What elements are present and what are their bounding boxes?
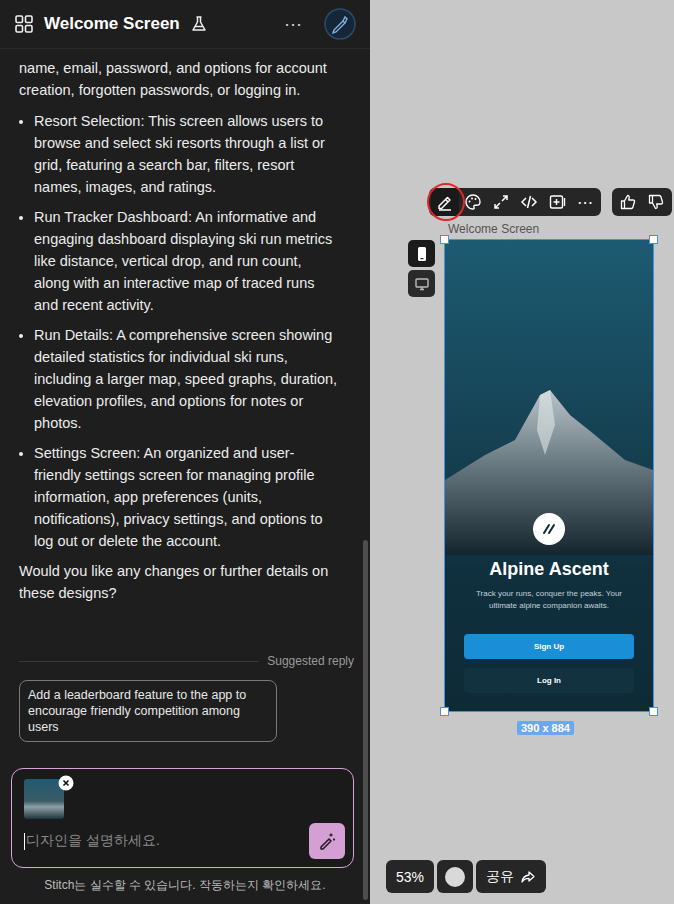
- toolbar-button[interactable]: [543, 188, 571, 216]
- screen-list-item: Settings Screen: An organized and user-f…: [34, 442, 340, 552]
- share-icon: [520, 869, 536, 885]
- suggested-label: Suggested reply: [267, 654, 354, 668]
- auth-button[interactable]: Log In: [464, 668, 634, 693]
- resize-handle[interactable]: [649, 235, 658, 244]
- resize-handle[interactable]: [649, 707, 658, 716]
- canvas-controls: 53% 공유: [386, 860, 546, 893]
- design-canvas: ⋯ Welcome Screen Alpine Ascent Track you…: [370, 0, 674, 904]
- thumbs-down-button[interactable]: [642, 188, 670, 216]
- app-name: Alpine Ascent: [489, 559, 608, 580]
- thumbs-up-icon: [619, 193, 637, 211]
- screen-frame[interactable]: Alpine Ascent Track your runs, conquer t…: [445, 240, 653, 711]
- resize-handle[interactable]: [440, 235, 449, 244]
- resize-handle[interactable]: [440, 707, 449, 716]
- chat-messages: name, email, password, and options for a…: [0, 49, 370, 642]
- code-icon: [520, 193, 538, 211]
- frame-label[interactable]: Welcome Screen: [448, 222, 539, 236]
- phone-icon: [415, 246, 429, 262]
- pencil-icon: [436, 193, 454, 211]
- app-logo: [533, 513, 565, 545]
- prompt-input[interactable]: 디자인을 설명하세요.: [24, 832, 301, 850]
- close-icon[interactable]: [58, 775, 74, 791]
- attachment-image: [24, 779, 64, 819]
- auth-buttons: Sign Up Log In: [464, 634, 634, 693]
- device-toggle: [408, 240, 435, 297]
- more-button[interactable]: ⋯: [284, 13, 302, 35]
- frame-size-badge: 390 x 884: [517, 721, 574, 735]
- avatar-icon[interactable]: [324, 8, 356, 40]
- composer: 디자인을 설명하세요.: [11, 768, 354, 868]
- zoom-button[interactable]: 53%: [386, 860, 434, 893]
- screen-list-item: Run Details: A comprehensive screen show…: [34, 324, 340, 434]
- highlight-ring: [427, 183, 465, 221]
- theme-button[interactable]: [437, 860, 473, 893]
- desktop-icon: [414, 276, 430, 292]
- magic-pen-icon: [317, 831, 337, 851]
- composer-row: 디자인을 설명하세요.: [24, 823, 345, 859]
- flask-icon[interactable]: [190, 15, 208, 33]
- toolbar-button[interactable]: [431, 188, 459, 216]
- screen-list-item: Resort Selection: This screen allows use…: [34, 110, 340, 198]
- device-button[interactable]: [408, 270, 435, 297]
- message-text: Would you like any changes or further de…: [19, 560, 340, 604]
- screen-list: Resort Selection: This screen allows use…: [19, 110, 340, 552]
- suggested-divider: Suggested reply: [19, 654, 354, 668]
- share-button[interactable]: 공유: [476, 860, 546, 893]
- toolbar-button[interactable]: [515, 188, 543, 216]
- frame-toolbar: ⋯: [429, 188, 601, 216]
- attachment-thumbnail[interactable]: [24, 779, 64, 819]
- palette-icon: [464, 193, 482, 211]
- message-text: name, email, password, and options for a…: [19, 57, 340, 101]
- auth-button[interactable]: Sign Up: [464, 634, 634, 659]
- suggested-replies: Suggested reply Add a leaderboard featur…: [0, 642, 370, 742]
- circle-icon: [444, 866, 466, 888]
- suggestion-chip[interactable]: Add a leaderboard feature to the app to …: [19, 680, 277, 742]
- toolbar-button[interactable]: [487, 188, 515, 216]
- grid-icon[interactable]: [14, 14, 34, 34]
- header: Welcome Screen ⋯: [0, 0, 370, 49]
- scrollbar-thumb[interactable]: [363, 540, 368, 900]
- thumbs-down-icon: [647, 193, 665, 211]
- expand-icon: [492, 193, 510, 211]
- toolbar-more-button[interactable]: ⋯: [571, 188, 599, 216]
- project-title[interactable]: Welcome Screen: [44, 14, 180, 34]
- slash-logo-icon: [542, 522, 556, 536]
- stitch-app: Welcome Screen ⋯ name, email, password, …: [0, 0, 674, 904]
- tagline: Track your runs, conquer the peaks. Your…: [464, 588, 634, 612]
- feedback-group: [612, 188, 672, 216]
- screen-list-item: Run Tracker Dashboard: An informative an…: [34, 206, 340, 316]
- generate-button[interactable]: [309, 823, 345, 859]
- chat-panel: Welcome Screen ⋯ name, email, password, …: [0, 0, 370, 904]
- device-button[interactable]: [408, 240, 435, 267]
- add-frame-icon: [548, 193, 566, 211]
- thumbs-up-button[interactable]: [614, 188, 642, 216]
- welcome-content: Alpine Ascent Track your runs, conquer t…: [445, 513, 653, 711]
- disclaimer: Stitch는 실수할 수 있습니다. 작동하는지 확인하세요.: [0, 868, 370, 904]
